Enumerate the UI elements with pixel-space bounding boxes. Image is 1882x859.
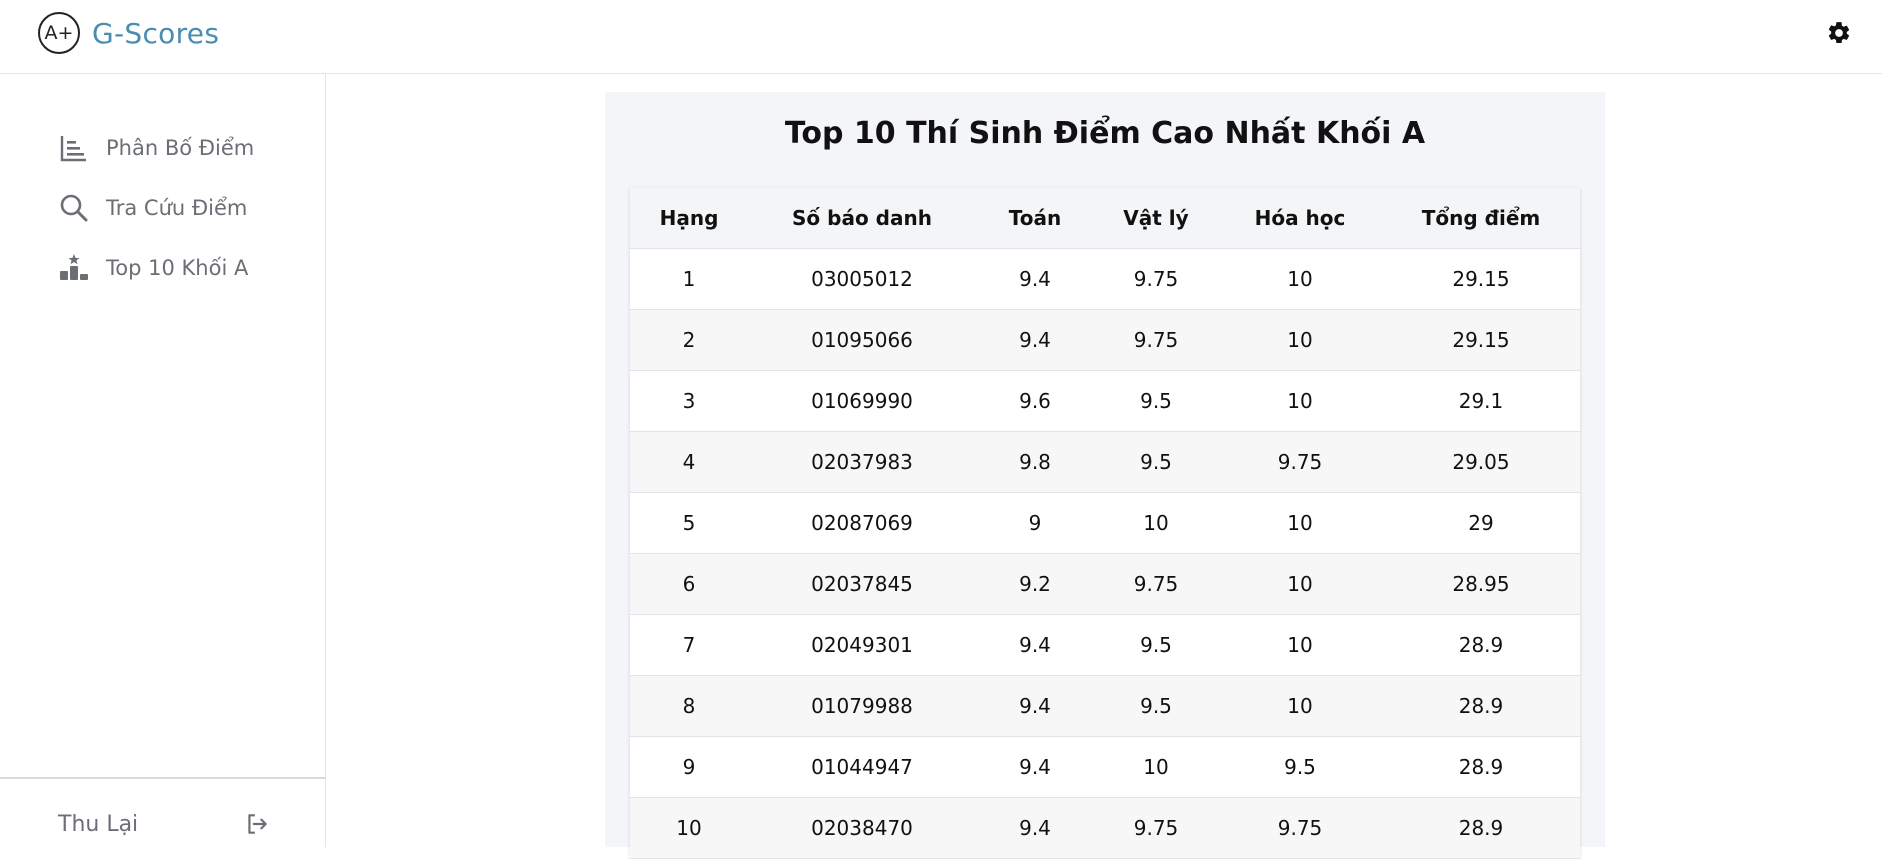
cell-total: 29.15 (1452, 328, 1510, 352)
cell-total: 28.9 (1458, 633, 1504, 657)
cell-total: 29.05 (1452, 450, 1510, 474)
cell-total: 29 (1468, 511, 1494, 535)
column-header-total: Tổng điểm (1421, 206, 1541, 230)
cell-physics: 9.75 (1133, 572, 1179, 596)
column-header-physics: Vật lý (1123, 206, 1189, 230)
sidebar-divider (0, 777, 326, 779)
search-icon (60, 194, 88, 222)
cell-rank: 6 (682, 572, 696, 596)
app-header: A+ G-Scores (0, 0, 1882, 74)
gear-icon[interactable] (1826, 20, 1852, 46)
cell-rank: 4 (682, 450, 696, 474)
cell-physics: 9.75 (1133, 816, 1179, 840)
cell-rank: 8 (682, 694, 696, 718)
table-row: 8 01079988 9.4 9.5 10 28.9 (630, 676, 1580, 737)
sidebar-item-label: Top 10 Khối A (106, 256, 249, 280)
sidebar-item-label: Tra Cứu Điểm (106, 196, 248, 220)
cell-chemistry: 9.75 (1277, 816, 1323, 840)
cell-math: 9 (1028, 511, 1042, 535)
logout-label: Thu Lại (58, 811, 139, 837)
cell-physics: 10 (1143, 755, 1169, 779)
logo-mark: A+ (38, 12, 80, 54)
cell-rank: 1 (682, 267, 696, 291)
column-header-registration-number: Số báo danh (792, 206, 932, 230)
cell-total: 28.9 (1458, 694, 1504, 718)
podium-icon (60, 254, 88, 280)
cell-chemistry: 10 (1287, 389, 1313, 413)
sidebar-item-score-distribution[interactable]: Phân Bố Điểm (58, 130, 254, 166)
logout-button[interactable]: Thu Lại (58, 804, 270, 844)
table-row: 6 02037845 9.2 9.75 10 28.95 (630, 554, 1580, 615)
column-header-chemistry: Hóa học (1254, 206, 1346, 230)
cell-physics: 10 (1143, 511, 1169, 535)
cell-physics: 9.5 (1140, 694, 1172, 718)
cell-registration-number: 02037845 (811, 572, 913, 596)
sidebar-item-top10[interactable]: Top 10 Khối A (58, 250, 248, 286)
cell-registration-number: 02049301 (811, 633, 913, 657)
cell-chemistry: 9.75 (1277, 450, 1323, 474)
cell-total: 28.95 (1452, 572, 1510, 596)
cell-rank: 3 (682, 389, 696, 413)
table-header-row: Hạng Số báo danh Toán Vật lý Hóa học Tổn… (630, 188, 1580, 249)
cell-math: 9.4 (1019, 694, 1051, 718)
cell-chemistry: 10 (1287, 267, 1313, 291)
cell-chemistry: 10 (1287, 328, 1313, 352)
logout-icon (248, 814, 267, 834)
cell-rank: 5 (682, 511, 696, 535)
table-row: 2 01095066 9.4 9.75 10 29.15 (630, 310, 1580, 371)
cell-physics: 9.5 (1140, 389, 1172, 413)
cell-rank: 9 (682, 755, 696, 779)
ranking-card: Top 10 Thí Sinh Điểm Cao Nhất Khối A Hạn… (605, 92, 1605, 859)
cell-total: 29.1 (1458, 389, 1504, 413)
table-row: 9 01044947 9.4 10 9.5 28.9 (630, 737, 1580, 798)
cell-rank: 7 (682, 633, 696, 657)
cell-math: 9.4 (1019, 267, 1051, 291)
sidebar-item-score-lookup[interactable]: Tra Cứu Điểm (58, 190, 247, 226)
logo[interactable]: A+ G-Scores (38, 12, 219, 54)
cell-rank: 2 (682, 328, 696, 352)
cell-physics: 9.5 (1140, 633, 1172, 657)
table-row: 7 02049301 9.4 9.5 10 28.9 (630, 615, 1580, 676)
cell-math: 9.4 (1019, 816, 1051, 840)
column-header-rank: Hạng (659, 206, 719, 230)
cell-chemistry: 10 (1287, 511, 1313, 535)
cell-physics: 9.75 (1133, 328, 1179, 352)
bar-chart-icon (60, 136, 86, 162)
sidebar: Phân Bố Điểm Tra Cứu Điểm Top 10 Khối A … (0, 74, 326, 847)
cell-chemistry: 9.5 (1284, 755, 1316, 779)
cell-registration-number: 01095066 (811, 328, 913, 352)
table-row: 5 02087069 9 10 10 29 (630, 493, 1580, 554)
cell-math: 9.4 (1019, 755, 1051, 779)
cell-registration-number: 02037983 (811, 450, 913, 474)
cell-chemistry: 10 (1287, 694, 1313, 718)
cell-total: 28.9 (1458, 755, 1504, 779)
cell-total: 29.15 (1452, 267, 1510, 291)
cell-math: 9.6 (1019, 389, 1051, 413)
cell-registration-number: 03005012 (811, 267, 913, 291)
cell-physics: 9.75 (1133, 267, 1179, 291)
table-row: 10 02038470 9.4 9.75 9.75 28.9 (630, 798, 1580, 859)
cell-math: 9.8 (1019, 450, 1051, 474)
cell-registration-number: 01044947 (811, 755, 913, 779)
app-name: G-Scores (92, 16, 220, 50)
cell-chemistry: 10 (1287, 572, 1313, 596)
sidebar-item-label: Phân Bố Điểm (106, 136, 255, 160)
cell-total: 28.9 (1458, 816, 1504, 840)
cell-registration-number: 02038470 (811, 816, 913, 840)
cell-math: 9.2 (1019, 572, 1051, 596)
cell-math: 9.4 (1019, 633, 1051, 657)
column-header-math: Toán (1008, 206, 1062, 230)
cell-rank: 10 (676, 816, 702, 840)
cell-registration-number: 01069990 (811, 389, 913, 413)
cell-physics: 9.5 (1140, 450, 1172, 474)
page-title: Top 10 Thí Sinh Điểm Cao Nhất Khối A (784, 116, 1426, 151)
ranking-table: Hạng Số báo danh Toán Vật lý Hóa học Tổn… (630, 188, 1580, 859)
table-row: 4 02037983 9.8 9.5 9.75 29.05 (630, 432, 1580, 493)
table-row: 1 03005012 9.4 9.75 10 29.15 (630, 249, 1580, 310)
cell-registration-number: 01079988 (811, 694, 913, 718)
cell-registration-number: 02087069 (811, 511, 913, 535)
cell-math: 9.4 (1019, 328, 1051, 352)
table-row: 3 01069990 9.6 9.5 10 29.1 (630, 371, 1580, 432)
cell-chemistry: 10 (1287, 633, 1313, 657)
